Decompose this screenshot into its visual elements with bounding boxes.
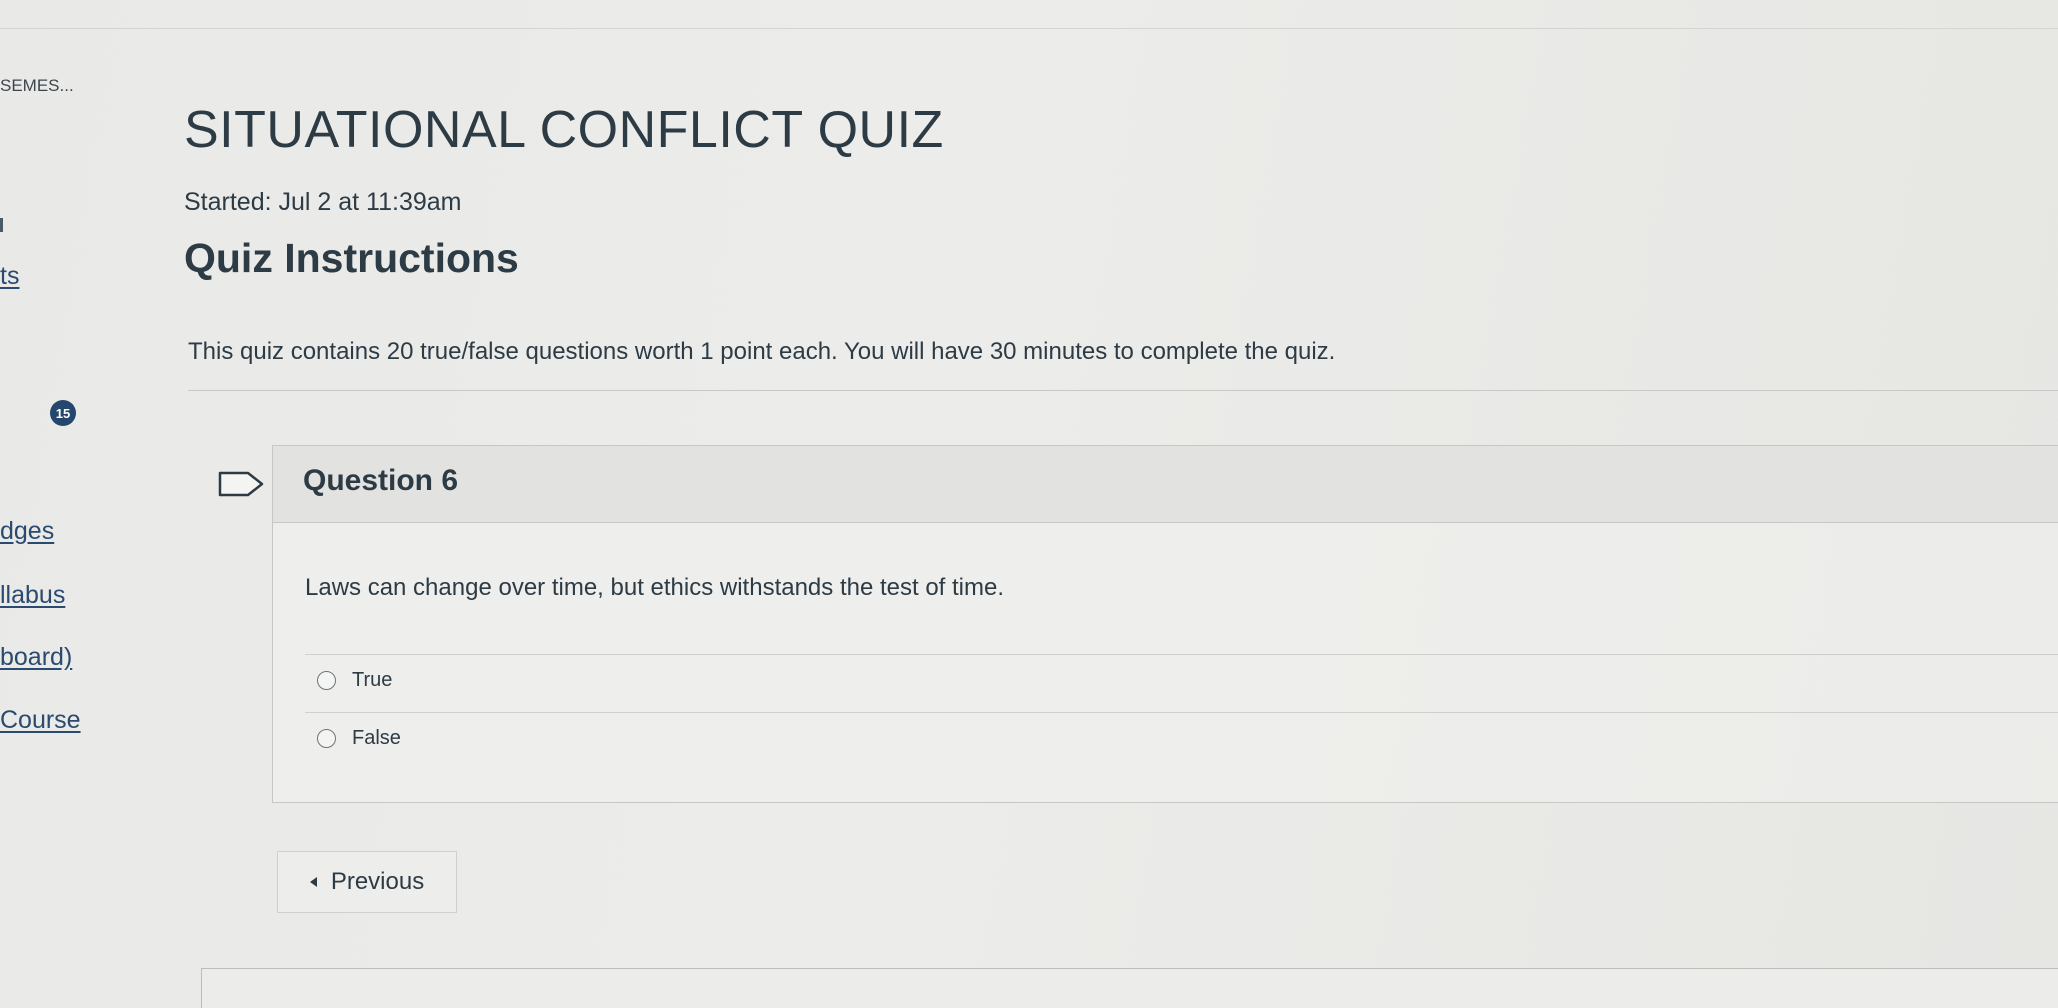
nav-item-dashboard[interactable]: board) [0, 643, 72, 672]
instructions-heading: Quiz Instructions [184, 235, 519, 281]
flag-question-icon[interactable] [218, 471, 266, 497]
breadcrumb[interactable]: SEMES... [0, 76, 74, 96]
answer-divider [305, 654, 2058, 655]
answer-option-false[interactable]: False [317, 727, 401, 750]
previous-button-label: Previous [330, 868, 425, 895]
top-divider [0, 28, 2058, 29]
nav-item-syllabus[interactable]: llabus [0, 581, 65, 610]
question-text: Laws can change over time, but ethics wi… [305, 574, 1005, 601]
nav-item-assignments[interactable]: ts [0, 262, 19, 291]
answer-option-true[interactable]: True [317, 669, 392, 692]
radio-button[interactable] [317, 671, 336, 690]
answer-label: False [352, 727, 401, 749]
nav-active-indicator [0, 218, 3, 232]
answer-divider [305, 712, 2058, 713]
nav-badge: 15 [50, 400, 76, 426]
quiz-title: SITUATIONAL CONFLICT QUIZ [184, 101, 944, 159]
answer-label: True [352, 669, 393, 691]
quiz-started-time: Started: Jul 2 at 11:39am [184, 188, 462, 216]
caret-left-icon [309, 877, 317, 887]
radio-button[interactable] [317, 729, 336, 748]
nav-item-course[interactable]: Course [0, 706, 81, 735]
question-header: Question 6 [273, 446, 2058, 523]
next-section-container [201, 968, 2058, 1008]
instructions-divider [188, 390, 2058, 391]
question-title: Question 6 [303, 464, 459, 497]
question-card: Question 6 Laws can change over time, bu… [272, 445, 2058, 803]
nav-item-badges[interactable]: dges [0, 517, 54, 546]
instructions-text: This quiz contains 20 true/false questio… [188, 338, 1336, 365]
previous-button[interactable]: Previous [277, 851, 457, 913]
